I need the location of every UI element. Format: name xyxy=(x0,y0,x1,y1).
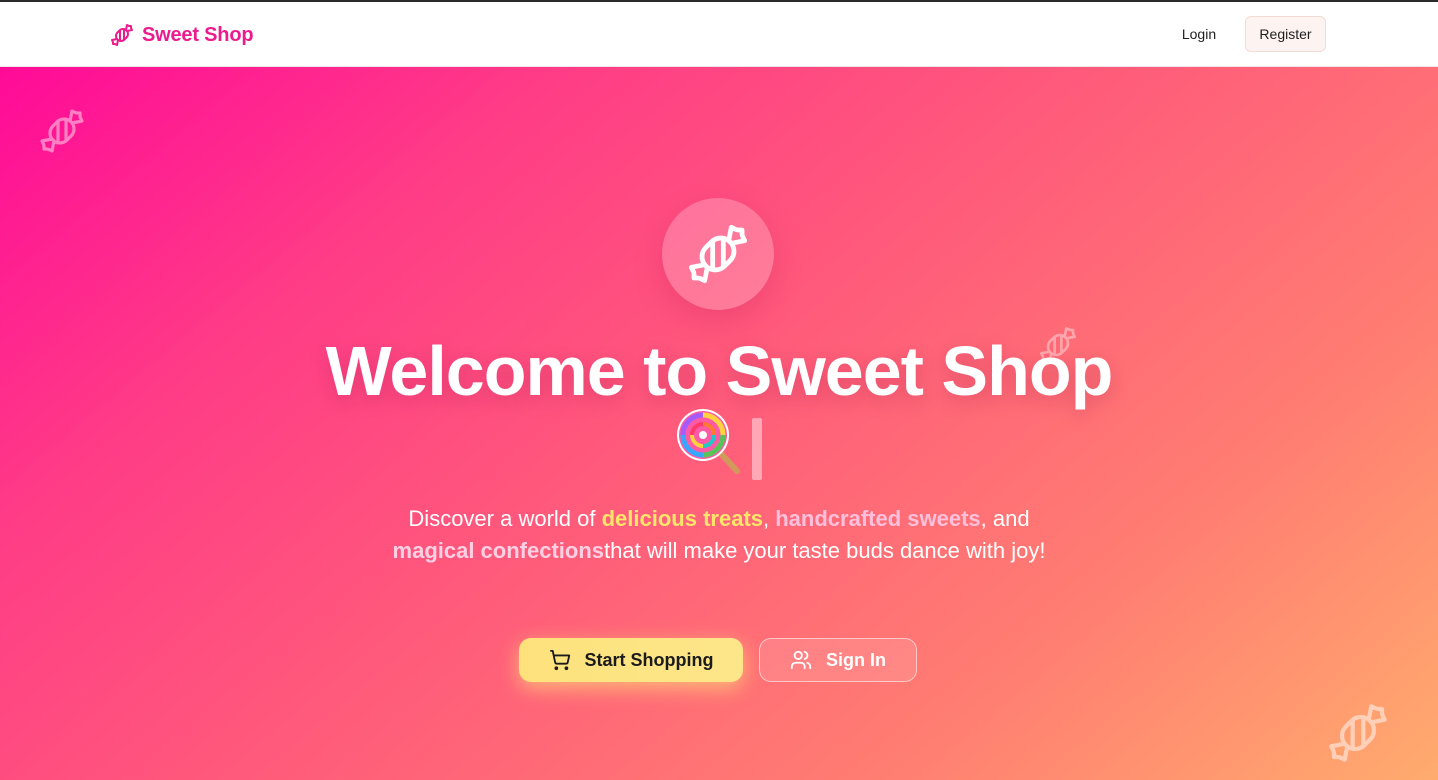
users-icon xyxy=(790,650,812,670)
floating-candy-icon xyxy=(1326,701,1390,765)
lollipop-icon xyxy=(673,405,745,477)
candy-icon xyxy=(688,224,748,284)
subtitle-highlight-handcrafted: handcrafted sweets xyxy=(775,506,981,531)
brand-name: Sweet Shop xyxy=(142,23,254,46)
hero-candy-badge xyxy=(662,198,774,310)
login-button[interactable]: Login xyxy=(1166,16,1232,52)
subtitle-text: that will make your taste buds dance wit… xyxy=(604,538,1046,563)
register-button[interactable]: Register xyxy=(1245,16,1326,52)
subtitle-text: Discover a world of xyxy=(408,506,602,531)
subtitle-highlight-magical: magical confections xyxy=(392,538,605,563)
candy-icon xyxy=(110,23,134,47)
subtitle-text: , and xyxy=(980,506,1030,531)
floating-candy-icon xyxy=(38,107,86,155)
sign-in-button[interactable]: Sign In xyxy=(759,638,917,682)
navbar: Sweet Shop Login Register xyxy=(0,2,1438,67)
hero-title: Welcome to Sweet Shop xyxy=(325,332,1114,410)
subtitle-highlight-delicious: delicious treats xyxy=(601,506,763,531)
brand-logo-link[interactable]: Sweet Shop xyxy=(110,22,254,48)
shopping-cart-icon xyxy=(549,649,570,671)
subtitle-text: , xyxy=(763,506,776,531)
start-shopping-label: Start Shopping xyxy=(584,649,714,670)
start-shopping-button[interactable]: Start Shopping xyxy=(519,638,743,682)
hero-section: Welcome to Sweet Shop Discover a world o… xyxy=(0,67,1438,780)
sign-in-label: Sign In xyxy=(826,649,886,670)
typing-cursor xyxy=(752,418,762,480)
hero-subtitle: Discover a world of delicious treats, ha… xyxy=(369,503,1069,567)
